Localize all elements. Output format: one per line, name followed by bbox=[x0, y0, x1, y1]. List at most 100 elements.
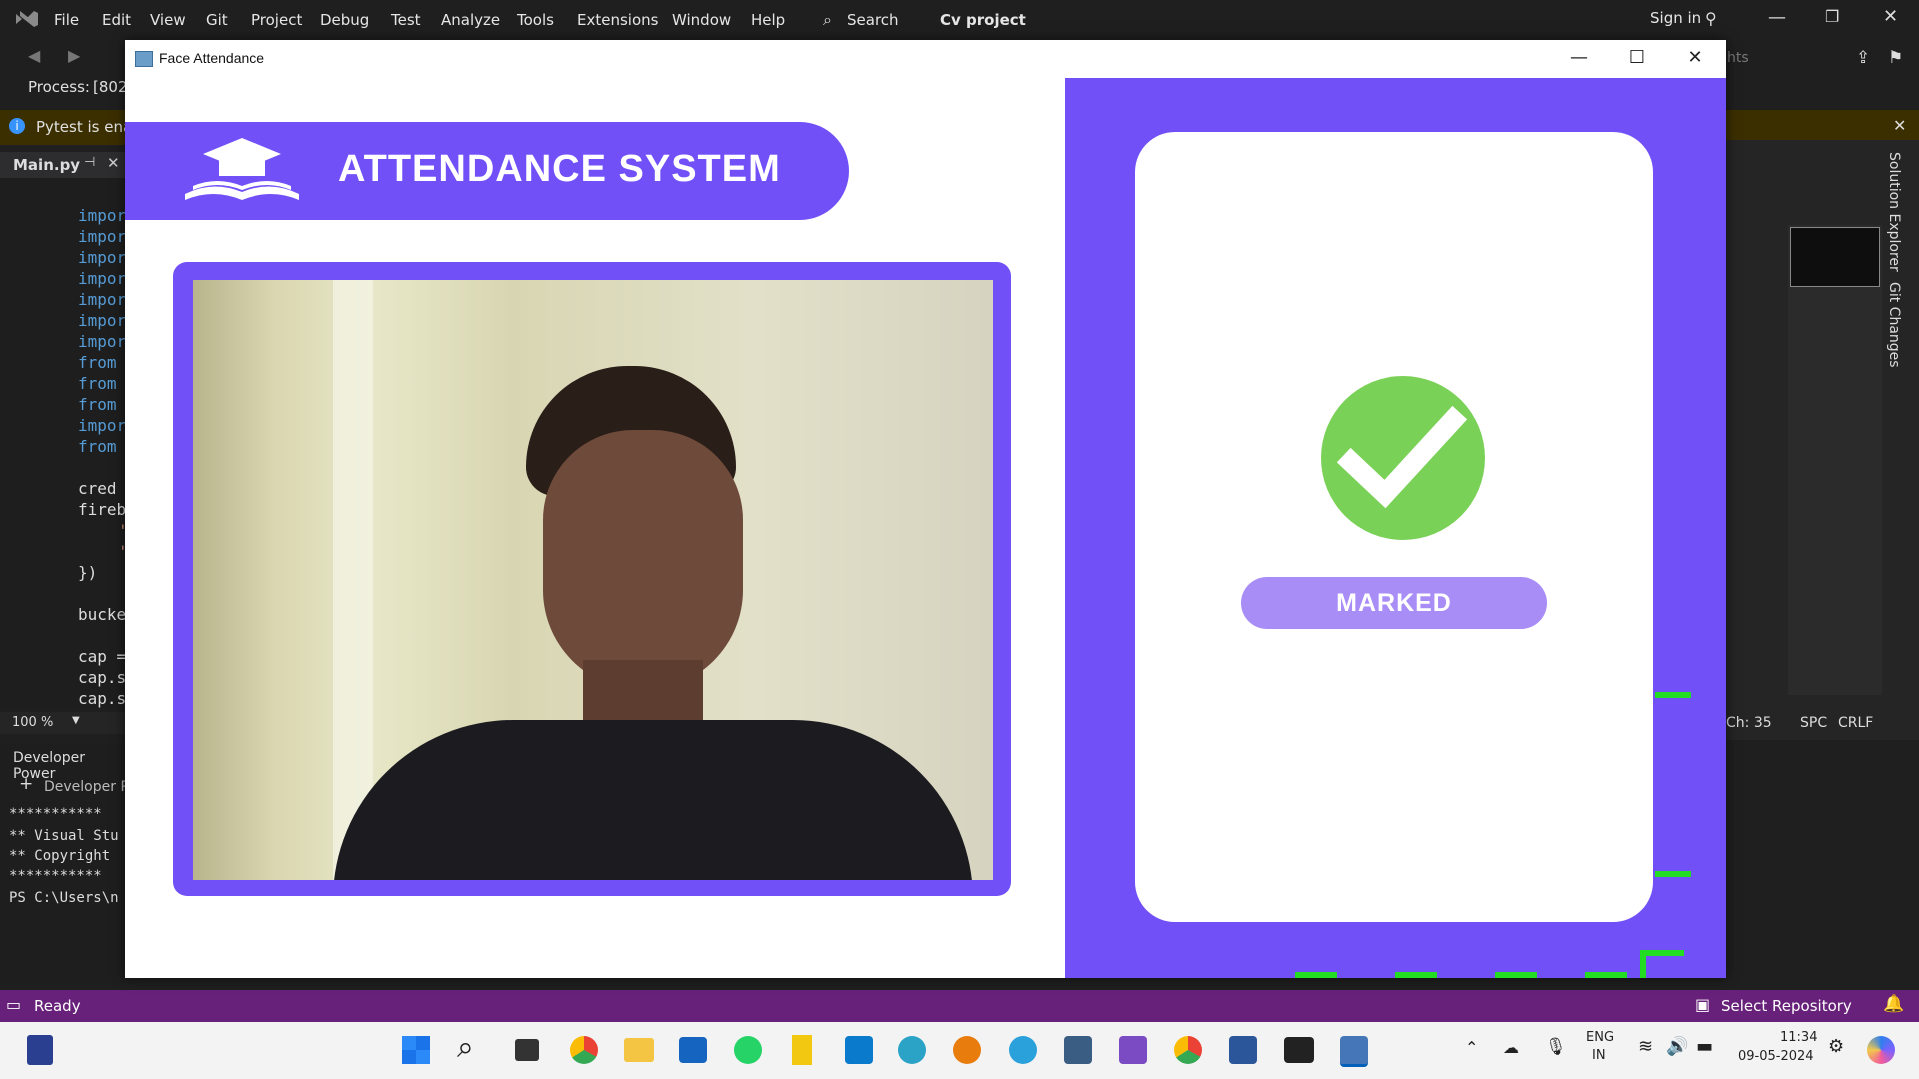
blender-icon[interactable] bbox=[953, 1036, 981, 1064]
window-app-icon bbox=[135, 51, 153, 67]
chevron-up-icon[interactable]: ⌃ bbox=[1465, 1038, 1478, 1057]
title-banner: ATTENDANCE SYSTEM bbox=[125, 122, 849, 220]
menu-project[interactable]: Project bbox=[251, 11, 302, 29]
vs-logo-icon[interactable] bbox=[14, 8, 40, 30]
add-icon[interactable]: + bbox=[19, 774, 33, 794]
decor-green-bar bbox=[1655, 692, 1691, 698]
chrome-profile-icon[interactable] bbox=[1174, 1036, 1202, 1064]
edge-icon[interactable] bbox=[898, 1036, 926, 1064]
feedback-icon[interactable]: ⚑ bbox=[1888, 48, 1903, 68]
file-explorer-icon[interactable] bbox=[624, 1038, 654, 1062]
code-editor[interactable]: impor impor impor impor impor impor impo… bbox=[0, 178, 130, 708]
solution-name: Cv project bbox=[940, 11, 1026, 29]
zoom-bar: 100 % ▼ bbox=[0, 712, 130, 734]
webcam-feed bbox=[193, 280, 993, 880]
menu-git[interactable]: Git bbox=[206, 11, 228, 29]
menu-tools[interactable]: Tools bbox=[517, 11, 554, 29]
language-indicator[interactable]: ENG bbox=[1586, 1030, 1614, 1045]
copilot-icon[interactable] bbox=[1867, 1036, 1895, 1064]
menu-test[interactable]: Test bbox=[391, 11, 421, 29]
position-spc[interactable]: SPC bbox=[1800, 715, 1827, 731]
visual-studio-icon[interactable] bbox=[1119, 1036, 1147, 1064]
menu-extensions[interactable]: Extensions bbox=[577, 11, 658, 29]
menu-edit[interactable]: Edit bbox=[102, 11, 131, 29]
clock-date[interactable]: 09-05-2024 bbox=[1738, 1049, 1814, 1064]
minimap[interactable] bbox=[1788, 225, 1882, 695]
minimap-viewport[interactable] bbox=[1790, 227, 1880, 287]
process-value[interactable]: [802 bbox=[93, 78, 127, 96]
sign-in-link[interactable]: Sign in bbox=[1650, 9, 1701, 27]
code-line: impor bbox=[78, 227, 127, 246]
git-changes-tab[interactable]: Git Changes bbox=[1886, 282, 1902, 368]
window-title: Face Attendance bbox=[159, 50, 265, 66]
window-minimize-icon[interactable]: — bbox=[1569, 48, 1589, 68]
code-line: bucke bbox=[78, 605, 127, 624]
store-icon[interactable] bbox=[679, 1037, 707, 1063]
tab-main-py[interactable]: Main.py bbox=[13, 156, 80, 174]
forward-icon[interactable]: ▶ bbox=[68, 46, 80, 65]
banner-title: ATTENDANCE SYSTEM bbox=[338, 148, 781, 190]
menu-window[interactable]: Window bbox=[672, 11, 731, 29]
notification-bell-icon[interactable]: ⚙ bbox=[1828, 1036, 1844, 1057]
app-icon[interactable] bbox=[27, 1035, 53, 1065]
volume-icon[interactable]: 🔊 bbox=[1666, 1036, 1688, 1057]
python-app-icon[interactable] bbox=[1340, 1036, 1368, 1067]
vscode-icon[interactable] bbox=[845, 1036, 873, 1064]
status-card: MARKED bbox=[1135, 132, 1653, 922]
wifi-icon[interactable]: ≋ bbox=[1638, 1036, 1653, 1057]
restore-icon[interactable]: ❐ bbox=[1825, 7, 1839, 26]
onedrive-icon[interactable]: ☁ bbox=[1503, 1038, 1519, 1057]
menu-view[interactable]: View bbox=[150, 11, 186, 29]
account-icon[interactable]: ⚲ bbox=[1705, 9, 1717, 28]
window-close-icon[interactable]: ✕ bbox=[1685, 48, 1705, 68]
task-view-icon[interactable] bbox=[515, 1039, 539, 1061]
chrome-icon[interactable] bbox=[570, 1036, 598, 1064]
search-icon[interactable]: ⌕ bbox=[823, 10, 832, 30]
code-line: impor bbox=[78, 206, 127, 225]
window-maximize-icon[interactable]: ☐ bbox=[1627, 48, 1647, 68]
menu-debug[interactable]: Debug bbox=[320, 11, 369, 29]
start-icon[interactable] bbox=[402, 1036, 430, 1064]
minimize-icon[interactable]: — bbox=[1768, 7, 1786, 28]
back-icon[interactable]: ◀ bbox=[28, 46, 40, 65]
clock-time[interactable]: 11:34 bbox=[1780, 1030, 1817, 1045]
decor-green-bar bbox=[1295, 972, 1337, 978]
zoom-level[interactable]: 100 % bbox=[12, 715, 53, 730]
battery-icon[interactable]: ▬ bbox=[1696, 1036, 1713, 1057]
code-line: from bbox=[78, 374, 117, 393]
menu-file[interactable]: File bbox=[54, 11, 79, 29]
search-button[interactable]: Search bbox=[847, 11, 899, 29]
telegram-icon[interactable] bbox=[1009, 1036, 1037, 1064]
status-ready: Ready bbox=[34, 997, 81, 1015]
power-bi-icon[interactable] bbox=[792, 1035, 812, 1065]
code-line: cred bbox=[78, 479, 117, 498]
pin-icon[interactable]: ⊣ bbox=[84, 155, 95, 170]
terminal-tab[interactable]: Developer P bbox=[44, 779, 129, 795]
window-title-bar[interactable]: Face Attendance — ☐ ✕ bbox=[125, 40, 1726, 79]
close-icon[interactable]: ✕ bbox=[1883, 6, 1898, 27]
code-line: from bbox=[78, 437, 117, 456]
whatsapp-icon[interactable] bbox=[734, 1036, 762, 1064]
word-icon[interactable] bbox=[1229, 1036, 1257, 1064]
info-icon: i bbox=[9, 118, 25, 134]
solution-explorer-tab[interactable]: Solution Explorer bbox=[1886, 152, 1902, 272]
region-indicator[interactable]: IN bbox=[1592, 1048, 1606, 1063]
search-icon[interactable]: ⌕ bbox=[457, 1030, 474, 1065]
info-close-icon[interactable]: ✕ bbox=[1893, 116, 1906, 135]
chevron-down-icon[interactable]: ▼ bbox=[72, 715, 80, 726]
menu-analyze[interactable]: Analyze bbox=[441, 11, 500, 29]
select-repository-button[interactable]: Select Repository bbox=[1721, 997, 1852, 1015]
terminal-icon[interactable] bbox=[1284, 1037, 1314, 1063]
position-ch: Ch: 35 bbox=[1726, 715, 1772, 731]
marked-label: MARKED bbox=[1336, 589, 1452, 617]
tab-close-icon[interactable]: ✕ bbox=[107, 154, 120, 172]
output-icon[interactable]: ▭ bbox=[6, 995, 21, 1014]
decor-green-bar bbox=[1640, 950, 1684, 956]
mysql-workbench-icon[interactable] bbox=[1064, 1036, 1092, 1064]
code-line: cap = bbox=[78, 647, 127, 666]
microphone-icon[interactable]: 🎙 bbox=[1545, 1037, 1567, 1057]
menu-help[interactable]: Help bbox=[751, 11, 785, 29]
share-icon[interactable]: ⇪ bbox=[1856, 48, 1870, 68]
position-crlf[interactable]: CRLF bbox=[1838, 715, 1873, 731]
notification-icon[interactable]: 🔔 bbox=[1883, 994, 1904, 1014]
